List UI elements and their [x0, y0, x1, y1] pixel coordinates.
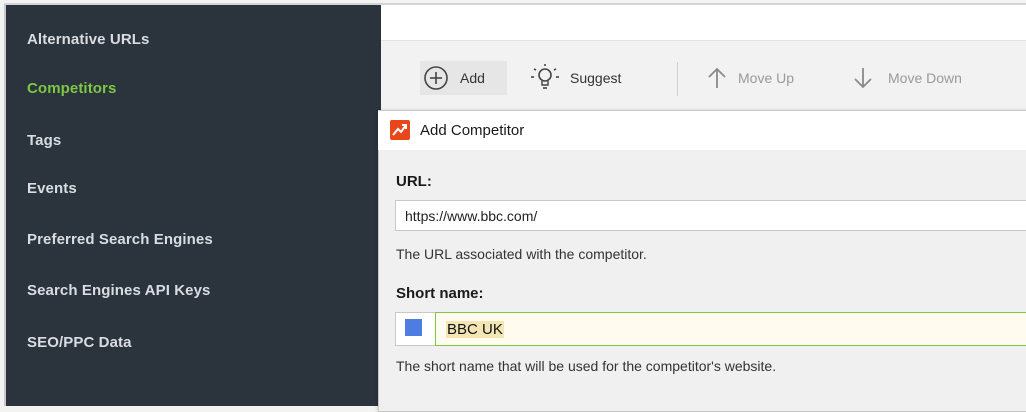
sidebar: Alternative URLs Competitors Tags Events… [6, 5, 381, 406]
short-name-label: Short name: [396, 285, 484, 302]
sidebar-item-competitors[interactable]: Competitors [27, 80, 116, 97]
url-input[interactable]: https://www.bbc.com/ [395, 200, 1026, 231]
sidebar-item-events[interactable]: Events [27, 180, 77, 197]
sidebar-item-seo-ppc-data[interactable]: SEO/PPC Data [27, 334, 132, 351]
arrow-down-icon [854, 68, 872, 89]
move-down-button-label: Move Down [888, 70, 962, 86]
lightbulb-icon [531, 64, 559, 89]
add-button-label: Add [460, 70, 485, 86]
arrow-up-icon [708, 67, 726, 88]
color-swatch[interactable] [405, 319, 422, 336]
add-button[interactable]: Add [420, 61, 507, 95]
plus-circle-icon [424, 66, 448, 90]
url-input-value: https://www.bbc.com/ [405, 207, 538, 224]
sidebar-item-tags[interactable]: Tags [27, 132, 61, 149]
move-up-button-label: Move Up [738, 70, 795, 86]
dialog-title: Add Competitor [420, 122, 525, 139]
short-name-value: BBC UK [446, 320, 504, 338]
sidebar-item-alternative-urls[interactable]: Alternative URLs [27, 31, 149, 48]
sidebar-item-search-engines-api-keys[interactable]: Search Engines API Keys [27, 282, 211, 299]
suggest-button-label: Suggest [570, 70, 622, 86]
move-up-button[interactable]: Move Up [706, 61, 818, 95]
sidebar-item-preferred-search-engines[interactable]: Preferred Search Engines [27, 231, 213, 248]
rank-tracker-icon [390, 120, 410, 140]
url-hint: The URL associated with the competitor. [396, 246, 647, 262]
suggest-button[interactable]: Suggest [528, 61, 648, 95]
url-label: URL: [396, 173, 432, 190]
move-down-button[interactable]: Move Down [852, 61, 992, 95]
short-name-hint: The short name that will be used for the… [396, 358, 777, 374]
short-name-input[interactable]: BBC UK [435, 312, 1026, 346]
toolbar-separator [677, 62, 678, 96]
